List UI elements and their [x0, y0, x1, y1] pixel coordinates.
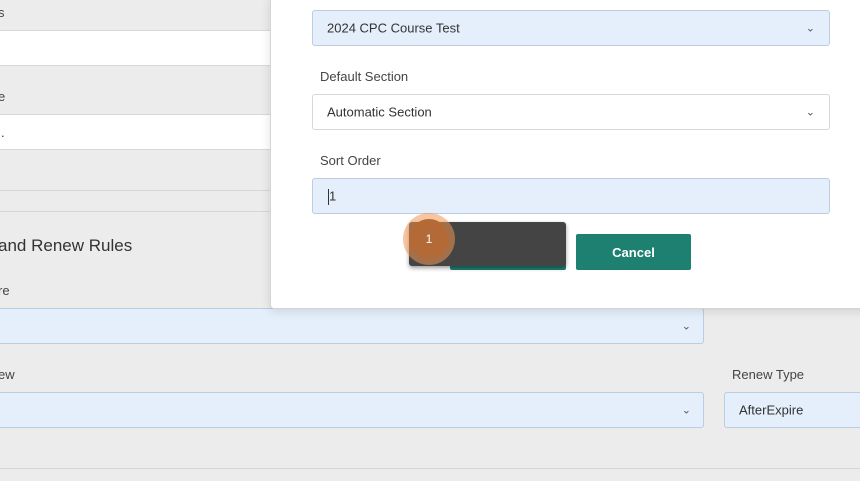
step-badge: 1: [403, 213, 455, 265]
bg-divider-1: [0, 190, 272, 191]
course-select[interactable]: 2024 CPC Course Test ⌄: [312, 10, 830, 46]
sort-order-value: 1: [329, 188, 337, 204]
sort-order-label: Sort Order: [320, 153, 381, 168]
expire-label: re: [0, 283, 10, 298]
expire-select[interactable]: ⌄: [0, 308, 704, 344]
bg-field-input-1[interactable]: [0, 30, 273, 66]
default-section-select[interactable]: Automatic Section ⌄: [312, 94, 830, 130]
renew-type-select[interactable]: AfterExpire: [724, 392, 860, 428]
chevron-down-icon: ⌄: [681, 404, 691, 417]
chevron-down-icon: ⌄: [805, 106, 815, 119]
bg-field-input-2-value: .: [1, 125, 5, 140]
bg-field-input-2[interactable]: .: [0, 114, 273, 150]
sort-order-input[interactable]: 1: [312, 178, 830, 214]
default-section-value: Automatic Section: [327, 104, 432, 120]
renew-label: ew: [0, 367, 15, 382]
renew-type-value: AfterExpire: [739, 402, 804, 418]
renew-type-label: Renew Type: [732, 367, 805, 382]
course-select-value: 2024 CPC Course Test: [327, 20, 460, 36]
chevron-down-icon: ⌄: [805, 22, 815, 35]
cancel-button[interactable]: Cancel: [576, 234, 691, 270]
bg-field-label-2: e: [0, 89, 6, 104]
default-section-label: Default Section: [320, 69, 409, 84]
section-title: and Renew Rules: [0, 236, 133, 255]
step-badge-number: 1: [409, 219, 449, 259]
bg-field-label-1: s: [0, 5, 5, 20]
chevron-down-icon: ⌄: [681, 320, 691, 333]
renew-select[interactable]: ⌄: [0, 392, 704, 428]
bg-divider-3: [0, 468, 860, 469]
